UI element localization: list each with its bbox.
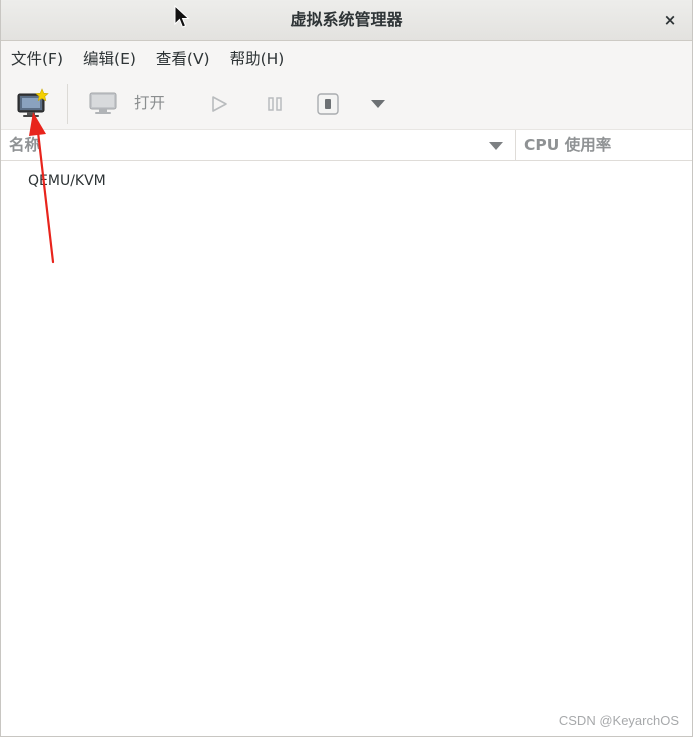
open-label[interactable]: 打开 — [134, 92, 165, 114]
column-header-cpu[interactable]: CPU 使用率 — [524, 130, 611, 161]
connection-label: QEMU/KVM — [28, 173, 106, 189]
run-button[interactable] — [206, 92, 232, 116]
open-console-button[interactable] — [87, 90, 119, 118]
new-vm-button[interactable] — [13, 86, 51, 122]
power-icon — [317, 93, 339, 115]
column-divider[interactable] — [515, 130, 516, 161]
sort-down-icon[interactable] — [488, 140, 504, 152]
monitor-icon — [89, 92, 117, 114]
virt-manager-window: 虚拟系统管理器 × 文件(F) 编辑(E) 查看(V) 帮助(H) 打开 名称 … — [0, 0, 693, 737]
pause-button[interactable] — [262, 92, 288, 116]
new-vm-icon — [17, 88, 49, 117]
pause-icon — [268, 97, 282, 111]
menu-view[interactable]: 查看(V) — [146, 41, 220, 78]
mouse-cursor-icon — [174, 5, 190, 28]
menu-edit[interactable]: 编辑(E) — [73, 41, 146, 78]
menu-file[interactable]: 文件(F) — [1, 41, 73, 78]
list-header: 名称 CPU 使用率 — [1, 130, 692, 161]
shutdown-menu-button[interactable] — [367, 94, 389, 114]
shutdown-button[interactable] — [315, 91, 341, 117]
toolbar: 打开 — [1, 78, 692, 130]
dropdown-arrow-icon — [371, 100, 385, 108]
column-header-name[interactable]: 名称 — [9, 130, 40, 161]
watermark: CSDN @KeyarchOS — [558, 713, 679, 728]
connection-list: QEMU/KVM — [1, 161, 692, 736]
close-button[interactable]: × — [658, 8, 682, 32]
toolbar-separator — [67, 84, 68, 124]
window-title: 虚拟系统管理器 — [290, 10, 403, 29]
title-bar: 虚拟系统管理器 × — [1, 0, 692, 41]
menu-help[interactable]: 帮助(H) — [220, 41, 295, 78]
play-icon — [212, 96, 227, 112]
menu-bar: 文件(F) 编辑(E) 查看(V) 帮助(H) — [1, 41, 692, 78]
list-item[interactable]: QEMU/KVM — [1, 167, 692, 195]
